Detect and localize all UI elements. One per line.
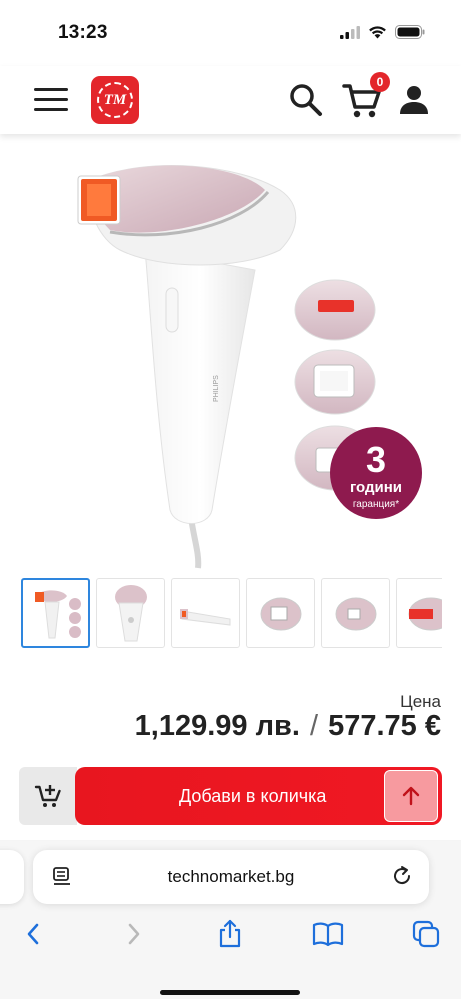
chevron-left-icon	[27, 923, 39, 945]
price-label: Цена	[400, 692, 441, 711]
reload-icon[interactable]	[391, 865, 413, 887]
price-eur: 577.75 €	[328, 710, 441, 742]
add-to-cart-label: Добави в количка	[179, 786, 327, 806]
thumbnail-strip	[21, 578, 442, 650]
thumbnail-2[interactable]	[96, 578, 165, 648]
forward-button[interactable]	[115, 916, 151, 952]
page: 13:23 TM 0 PHILIPS 3 години гаранция* Це…	[0, 0, 461, 999]
logo-text: TM	[97, 82, 133, 118]
cellular-signal-icon	[340, 25, 360, 39]
cart-add-icon-button[interactable]	[19, 767, 77, 825]
warranty-number: 3	[366, 439, 386, 480]
search-icon[interactable]	[288, 82, 324, 118]
previous-tab-preview[interactable]	[0, 850, 24, 904]
book-icon	[312, 922, 344, 947]
address-bar[interactable]: technomarket.bg	[33, 850, 429, 904]
status-bar: 13:23	[0, 0, 461, 66]
chevron-right-icon	[128, 923, 140, 945]
back-button[interactable]	[16, 916, 52, 952]
product-image[interactable]: PHILIPS 3 години гаранция*	[40, 150, 440, 570]
bookmarks-button[interactable]	[310, 916, 346, 952]
url-text: technomarket.bg	[167, 867, 295, 886]
menu-icon[interactable]	[34, 88, 68, 112]
arrow-up-icon	[402, 786, 420, 806]
tabs-icon	[412, 920, 440, 948]
attachment-cap-1	[294, 279, 376, 341]
share-button[interactable]	[212, 916, 248, 952]
wifi-icon	[369, 26, 386, 39]
price-separator: /	[309, 710, 319, 742]
battery-icon	[395, 25, 425, 39]
warranty-guarantee: гаранция*	[353, 499, 399, 510]
warranty-years: години	[350, 479, 402, 496]
price-row: 1,129.99 лв. / 577.75 €	[135, 710, 441, 743]
status-icons	[340, 25, 425, 39]
user-icon[interactable]	[398, 84, 430, 116]
cart-plus-icon	[34, 785, 61, 807]
site-header: TM 0	[0, 66, 461, 134]
thumbnail-3[interactable]	[171, 578, 240, 648]
browser-toolbar	[0, 916, 461, 956]
thumbnail-5[interactable]	[321, 578, 390, 648]
thumbnail-6[interactable]	[396, 578, 442, 648]
cart-count-badge: 0	[370, 72, 390, 92]
browser-bottom-bar: technomarket.bg	[0, 840, 461, 999]
price-bgn: 1,129.99 лв.	[134, 710, 300, 742]
scroll-to-top-button[interactable]	[384, 770, 438, 822]
add-to-cart-row: Добави в количка	[19, 767, 442, 825]
device-brand-label: PHILIPS	[213, 375, 220, 402]
thumbnail-1[interactable]	[21, 578, 90, 648]
home-indicator	[160, 990, 300, 995]
attachment-cap-2	[294, 349, 376, 415]
warranty-badge: 3 години гаранция*	[330, 427, 422, 519]
technomarket-logo[interactable]: TM	[91, 76, 139, 124]
thumbnail-4[interactable]	[246, 578, 315, 648]
tabs-button[interactable]	[408, 916, 444, 952]
status-time: 13:23	[58, 22, 108, 43]
share-icon	[219, 919, 241, 948]
